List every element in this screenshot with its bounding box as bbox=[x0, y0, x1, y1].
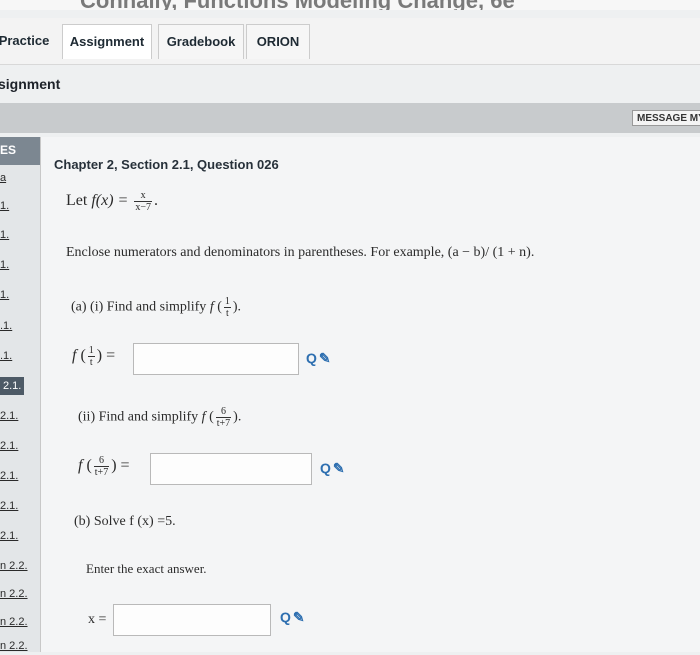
search-icon[interactable]: Q bbox=[280, 609, 293, 625]
search-icon[interactable]: Q bbox=[306, 350, 319, 366]
f-symbol: f bbox=[201, 409, 206, 425]
part-b-prompt: (b) Solve f (x) =5. bbox=[74, 514, 176, 529]
answer-aii-label: f (6 t+7) = bbox=[78, 455, 130, 478]
sidebar-item[interactable]: 2.1. bbox=[0, 467, 18, 485]
tab-orion[interactable]: ORION bbox=[246, 24, 310, 59]
denominator: t+7 bbox=[94, 467, 109, 478]
sidebar-item[interactable]: 2.1. bbox=[0, 437, 18, 455]
sidebar-item[interactable]: 2.1. bbox=[0, 527, 18, 545]
tab-gradebook[interactable]: Gradebook bbox=[158, 24, 244, 59]
sidebar-item[interactable]: 1. bbox=[0, 197, 9, 215]
question-sidebar: ES a 1. 1. 1. 1. .1. .1. 2.1. 2.1. 2.1. … bbox=[0, 137, 41, 652]
search-icon[interactable]: Q bbox=[320, 460, 333, 476]
page-title: signment bbox=[0, 76, 61, 92]
sidebar-item[interactable]: .1. bbox=[0, 347, 12, 365]
numerator: 1 bbox=[223, 296, 231, 308]
tab-bar: Practice Assignment Gradebook ORION bbox=[0, 18, 700, 65]
sidebar-item[interactable]: a bbox=[0, 169, 6, 187]
one-over-t: 1t bbox=[87, 345, 95, 368]
function-definition: Let f(x) = x x−7. bbox=[66, 190, 158, 213]
fraction-denominator: x−7 bbox=[135, 202, 151, 213]
sidebar-item[interactable]: 1. bbox=[0, 286, 9, 304]
numerator: 6 bbox=[215, 406, 232, 418]
numerator: 6 bbox=[93, 455, 110, 467]
tab-assignment[interactable]: Assignment bbox=[62, 24, 152, 59]
numerator: 1 bbox=[87, 345, 95, 357]
sidebar-item[interactable]: n 2.2. bbox=[0, 585, 28, 603]
part-aii-label: (ii) Find and simplify bbox=[78, 409, 202, 425]
let-text: Let bbox=[66, 192, 92, 210]
toolbar bbox=[0, 103, 700, 133]
x-equals-label: x = bbox=[88, 612, 107, 627]
instruction-text: Enclose numerators and denominators in p… bbox=[66, 245, 535, 260]
sidebar-item-active[interactable]: 2.1. bbox=[0, 377, 25, 395]
sidebar-item[interactable]: 1. bbox=[0, 256, 9, 274]
sidebar-header-label: ES bbox=[0, 143, 17, 157]
edit-icon[interactable]: ✎ bbox=[319, 350, 333, 366]
function-fraction: x x−7 bbox=[134, 190, 152, 213]
message-button[interactable]: MESSAGE MY bbox=[632, 110, 700, 126]
part-a-label: (a) (i) Find and simplify bbox=[71, 299, 210, 315]
fraction-numerator: x bbox=[134, 190, 152, 202]
equals-sign: = bbox=[102, 347, 116, 365]
sidebar-item[interactable]: 2.1. bbox=[0, 407, 18, 425]
f-symbol: f bbox=[78, 457, 83, 475]
six-over-t7: 6 t+7 bbox=[215, 406, 232, 429]
f-symbol: f bbox=[209, 299, 214, 315]
exact-answer-note: Enter the exact answer. bbox=[86, 561, 207, 576]
edit-icon[interactable]: ✎ bbox=[333, 460, 347, 476]
answer-b-tools: Q✎ bbox=[280, 609, 307, 626]
answer-a-tools: Q✎ bbox=[306, 350, 333, 367]
six-over-t7: 6 t+7 bbox=[93, 455, 110, 478]
sidebar-item[interactable]: 1. bbox=[0, 226, 9, 244]
edit-icon[interactable]: ✎ bbox=[293, 609, 307, 625]
equals-sign: = bbox=[116, 457, 130, 475]
sidebar-item[interactable]: .1. bbox=[0, 317, 12, 335]
sidebar-item[interactable]: n 2.2. bbox=[0, 637, 28, 655]
sidebar-item[interactable]: n 2.2. bbox=[0, 557, 28, 575]
answer-a-label: f (1 t) = bbox=[72, 345, 116, 368]
sidebar-item[interactable]: 2.1. bbox=[0, 497, 18, 515]
sidebar-header: ES bbox=[0, 137, 40, 165]
fx-text: f(x) = bbox=[91, 192, 133, 210]
answer-aii-tools: Q✎ bbox=[320, 460, 347, 477]
answer-a-input[interactable] bbox=[133, 343, 299, 375]
sidebar-item[interactable]: n 2.2. bbox=[0, 613, 28, 631]
part-a-prompt: (a) (i) Find and simplify f (1 t). bbox=[71, 296, 242, 319]
denominator: t+7 bbox=[216, 418, 231, 429]
answer-b-input[interactable] bbox=[113, 604, 271, 636]
top-banner: Connally, Functions Modeling Change, 6e bbox=[0, 0, 700, 10]
answer-aii-input[interactable] bbox=[150, 453, 312, 485]
denominator: t bbox=[89, 357, 93, 368]
tab-practice[interactable]: Practice bbox=[0, 24, 54, 58]
question-title: Chapter 2, Section 2.1, Question 026 bbox=[54, 157, 279, 172]
denominator: t bbox=[225, 308, 229, 319]
book-title: Connally, Functions Modeling Change, 6e bbox=[80, 0, 515, 10]
f-symbol: f bbox=[72, 347, 77, 365]
part-aii-prompt: (ii) Find and simplify f (6 t+7). bbox=[78, 406, 242, 429]
one-over-t: 1t bbox=[223, 296, 231, 319]
